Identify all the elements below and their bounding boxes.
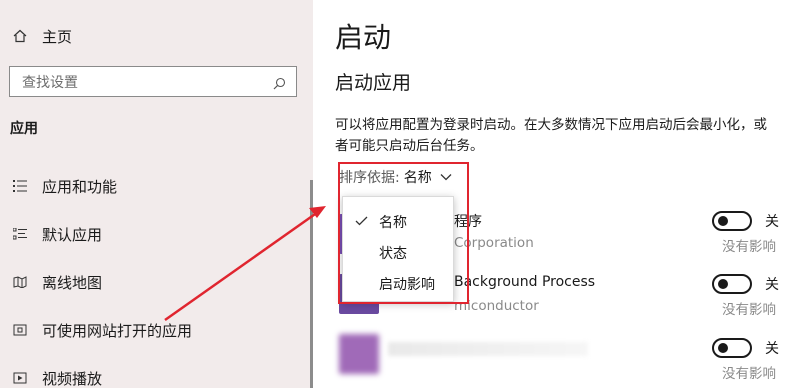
app-name: Background Process: [454, 274, 596, 290]
startup-impact: 没有影响: [722, 366, 776, 382]
startup-impact: 没有影响: [722, 302, 776, 318]
sidebar-item-label: 视频播放: [42, 369, 103, 388]
dropdown-option-status[interactable]: 状态: [343, 238, 455, 268]
checkmark-icon: [343, 214, 379, 230]
search-icon[interactable]: [273, 75, 286, 90]
chevron-down-icon: [440, 171, 452, 184]
search-input[interactable]: 查找设置: [9, 66, 297, 97]
section-subtitle: 启动应用: [335, 72, 412, 94]
sidebar: 主页 查找设置 应用 应用和功能 默认应用 离线地图 可使用网站打开的应用 视频…: [0, 0, 313, 388]
startup-toggle[interactable]: [712, 274, 752, 294]
dropdown-option-label: 状态: [379, 246, 407, 262]
sidebar-item-label: 应用和功能: [42, 177, 118, 196]
toggle-state-label: 关: [765, 214, 779, 230]
app-icon: [339, 334, 379, 374]
apps-features-icon: [10, 180, 30, 192]
app-publisher: Corporation: [454, 235, 534, 251]
sort-value: 名称: [403, 170, 432, 186]
dropdown-option-name[interactable]: 名称: [343, 207, 455, 237]
video-playback-icon: [10, 372, 30, 384]
startup-toggle[interactable]: [712, 338, 752, 358]
main-content: 启动 启动应用 可以将应用配置为登录时启动。在大多数情况下应用启动后会最小化，或…: [313, 0, 803, 388]
startup-impact: 没有影响: [722, 239, 776, 255]
dropdown-option-startup-impact[interactable]: 启动影响: [343, 269, 455, 299]
offline-maps-icon: [10, 276, 30, 288]
sidebar-item-apps-for-websites[interactable]: 可使用网站打开的应用: [0, 312, 192, 348]
default-apps-icon: [10, 228, 30, 240]
startup-toggle[interactable]: [712, 211, 752, 231]
section-title: 应用: [10, 121, 38, 137]
startup-app-row: 关 没有影响: [313, 330, 803, 388]
toggle-state-label: 关: [765, 341, 779, 357]
home-icon: [10, 29, 30, 43]
blurred-app-name: [388, 342, 588, 356]
app-publisher: miconductor: [454, 298, 539, 314]
sidebar-item-offline-maps[interactable]: 离线地图: [0, 264, 102, 300]
sort-dropdown[interactable]: 排序依据: 名称: [339, 167, 452, 187]
sidebar-item-apps-features[interactable]: 应用和功能: [0, 168, 117, 204]
sidebar-item-label: 可使用网站打开的应用: [42, 321, 193, 340]
sidebar-item-label: 主页: [42, 27, 73, 46]
dropdown-option-label: 启动影响: [379, 277, 435, 293]
description-text: 可以将应用配置为登录时启动。在大多数情况下应用启动后会最小化，或者可能只启动后台…: [335, 117, 767, 154]
search-placeholder: 查找设置: [22, 74, 78, 91]
sidebar-item-home[interactable]: 主页: [0, 18, 72, 54]
toggle-knob: [718, 343, 728, 353]
sidebar-item-label: 默认应用: [42, 225, 103, 244]
sort-label: 排序依据:: [339, 170, 400, 186]
toggle-knob: [718, 279, 728, 289]
sidebar-item-default-apps[interactable]: 默认应用: [0, 216, 102, 252]
app-name: 程序: [454, 214, 482, 230]
page-title: 启动: [335, 21, 392, 54]
sidebar-item-label: 离线地图: [42, 273, 103, 292]
toggle-knob: [718, 216, 728, 226]
dropdown-option-label: 名称: [379, 215, 407, 231]
apps-for-websites-icon: [10, 324, 30, 336]
toggle-state-label: 关: [765, 277, 779, 293]
sidebar-item-video-playback[interactable]: 视频播放: [0, 360, 102, 388]
sort-dropdown-menu: 名称 状态 启动影响: [342, 196, 454, 302]
